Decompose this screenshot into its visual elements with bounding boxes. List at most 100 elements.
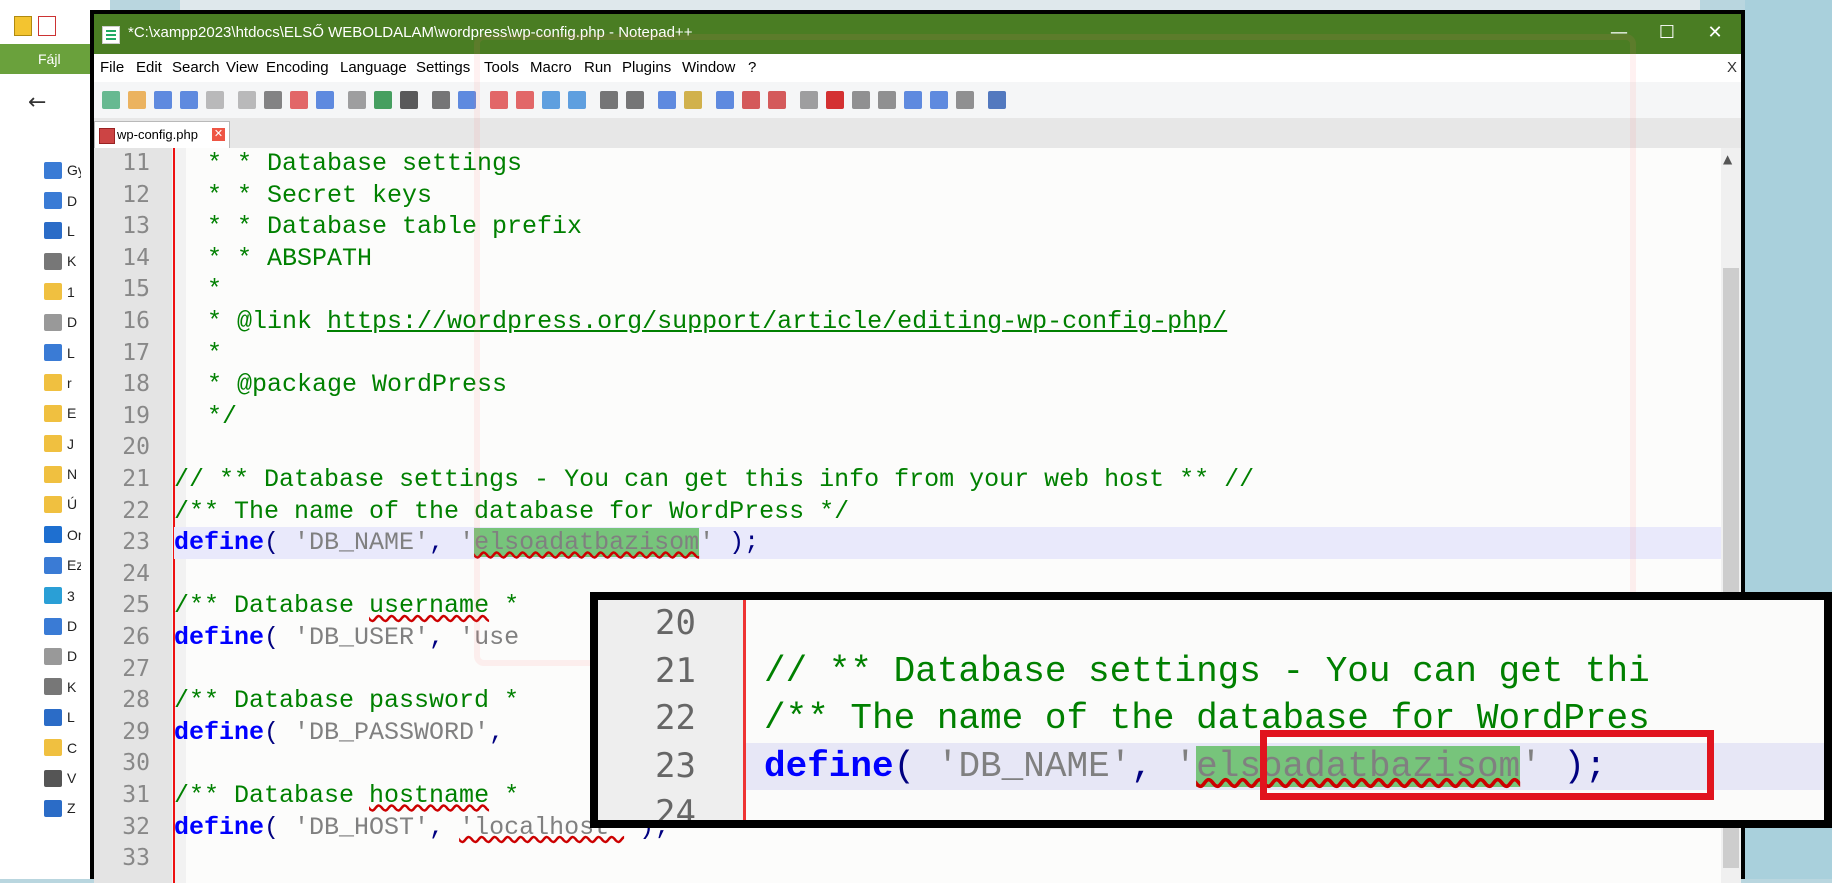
close-document-button[interactable]: X: [1727, 59, 1737, 76]
toolbar-button-icon[interactable]: [542, 91, 560, 109]
menu-run[interactable]: Run: [584, 59, 612, 76]
zoom-paren-open: (: [893, 745, 937, 787]
nav-item-icon: [44, 739, 62, 757]
toolbar-button-icon[interactable]: [290, 91, 308, 109]
scroll-up-arrow-icon[interactable]: ▲: [1723, 152, 1732, 166]
line-number: 32: [122, 813, 150, 840]
toolbar-button-icon[interactable]: [432, 91, 450, 109]
line-text: */: [192, 401, 238, 431]
window-title: *C:\xampp2023\htdocs\ELSŐ WEBOLDALAM\wor…: [128, 24, 693, 41]
menu-view[interactable]: View: [226, 59, 258, 76]
toolbar-button-icon[interactable]: [264, 91, 282, 109]
toolbar-button-icon[interactable]: [988, 91, 1006, 109]
nav-item-icon: [44, 556, 62, 574]
selected-db-name-value[interactable]: elsoadatbazisom: [474, 528, 700, 558]
line-number: 22: [122, 497, 150, 524]
line-number: 14: [122, 244, 150, 271]
toolbar-button-icon[interactable]: [768, 91, 786, 109]
toolbar-button-icon[interactable]: [102, 91, 120, 109]
code-line: 21 // ** Database settings - You can get …: [94, 464, 1741, 496]
string-db-user: 'DB_USER': [294, 623, 430, 652]
nav-item-label: 3: [67, 587, 75, 604]
menu-macro[interactable]: Macro: [530, 59, 572, 76]
nav-item-label: L: [67, 709, 75, 726]
string-db-name: 'DB_NAME': [294, 528, 430, 558]
menu-edit[interactable]: Edit: [136, 59, 162, 76]
paren-open: (: [264, 623, 295, 652]
toolbar-button-icon[interactable]: [956, 91, 974, 109]
toolbar-button-icon[interactable]: [490, 91, 508, 109]
toolbar-button-icon[interactable]: [852, 91, 870, 109]
nav-item-icon: [44, 344, 62, 362]
toolbar-button-icon[interactable]: [374, 91, 392, 109]
line-number: 20: [122, 434, 150, 461]
menu-window[interactable]: Window: [682, 59, 735, 76]
toolbar-button-icon[interactable]: [826, 91, 844, 109]
zoom-code-line: 20: [598, 600, 1824, 648]
code-line: 11 * * Database settings: [94, 148, 1741, 180]
toolbar-button-icon[interactable]: [180, 91, 198, 109]
toolbar-button-icon[interactable]: [904, 91, 922, 109]
toolbar-button-icon[interactable]: [128, 91, 146, 109]
checkbox-icon[interactable]: [38, 16, 56, 36]
zoom-callout: 20 21 // ** Database settings - You can g…: [590, 592, 1832, 828]
toolbar-button-icon[interactable]: [742, 91, 760, 109]
toolbar-button-icon[interactable]: [930, 91, 948, 109]
menu-help[interactable]: ?: [748, 59, 756, 76]
menu-bar: File Edit Search View Encoding Language …: [94, 54, 1741, 82]
keyword-define: define: [174, 717, 265, 747]
zoom-line-number: 23: [655, 745, 696, 786]
nav-item-label: C: [67, 739, 78, 756]
menu-tools[interactable]: Tools: [484, 59, 519, 76]
line-text: /** Database hostname *: [174, 780, 519, 812]
toolbar-button-icon[interactable]: [878, 91, 896, 109]
folder-icon[interactable]: [14, 16, 32, 36]
menu-search[interactable]: Search: [172, 59, 220, 76]
toolbar-button-icon[interactable]: [716, 91, 734, 109]
toolbar-button-icon[interactable]: [348, 91, 366, 109]
menu-plugins[interactable]: Plugins: [622, 59, 671, 76]
toolbar-button-icon[interactable]: [684, 91, 702, 109]
line-number: 33: [122, 845, 150, 872]
toolbar-button-icon[interactable]: [658, 91, 676, 109]
line-number: 31: [122, 782, 150, 808]
line-text: *: [192, 338, 223, 368]
explorer-file-menu[interactable]: Fájl: [0, 44, 90, 74]
maximize-button[interactable]: ☐: [1645, 20, 1689, 46]
tab-wp-config[interactable]: wp-config.php ✕: [94, 121, 230, 148]
explorer-quick-access-toolbar[interactable]: [14, 16, 56, 38]
nav-item-icon: [44, 769, 62, 787]
toolbar-button-icon[interactable]: [600, 91, 618, 109]
string-db-host: 'DB_HOST': [294, 812, 430, 842]
menu-language[interactable]: Language: [340, 59, 407, 76]
toolbar-button-icon[interactable]: [206, 91, 224, 109]
code-line: 20: [94, 432, 1741, 464]
toolbar-button-icon[interactable]: [458, 91, 476, 109]
code-line: 12 * * Secret keys: [94, 180, 1741, 212]
docs-link[interactable]: https://wordpress.org/support/article/ed…: [327, 307, 1227, 336]
zoom-line-number: 20: [655, 603, 696, 643]
tab-close-button[interactable]: ✕: [212, 128, 225, 141]
menu-settings[interactable]: Settings: [416, 59, 470, 76]
nav-item-label: L: [67, 344, 75, 361]
zoom-comma: ,: [1131, 745, 1175, 787]
nav-item-label: D: [67, 618, 78, 635]
nav-item-label: J: [67, 435, 74, 452]
back-arrow-icon[interactable]: ←: [28, 90, 46, 115]
toolbar-button-icon[interactable]: [568, 91, 586, 109]
menu-encoding[interactable]: Encoding: [266, 59, 329, 76]
toolbar-button-icon[interactable]: [626, 91, 644, 109]
toolbar-button-icon[interactable]: [238, 91, 256, 109]
menu-file[interactable]: File: [100, 59, 124, 76]
toolbar-button-icon[interactable]: [400, 91, 418, 109]
minimize-button[interactable]: —: [1597, 20, 1641, 46]
comment-word-hostname: hostname: [369, 781, 490, 810]
line-text: * * Secret keys: [192, 180, 433, 210]
toolbar-button-icon[interactable]: [800, 91, 818, 109]
title-bar: *C:\xampp2023\htdocs\ELSŐ WEBOLDALAM\wor…: [94, 14, 1741, 54]
toolbar-button-icon[interactable]: [154, 91, 172, 109]
toolbar-button-icon[interactable]: [316, 91, 334, 109]
close-button[interactable]: ✕: [1693, 20, 1737, 46]
zoom-line-number: 24: [655, 793, 696, 820]
toolbar-button-icon[interactable]: [516, 91, 534, 109]
